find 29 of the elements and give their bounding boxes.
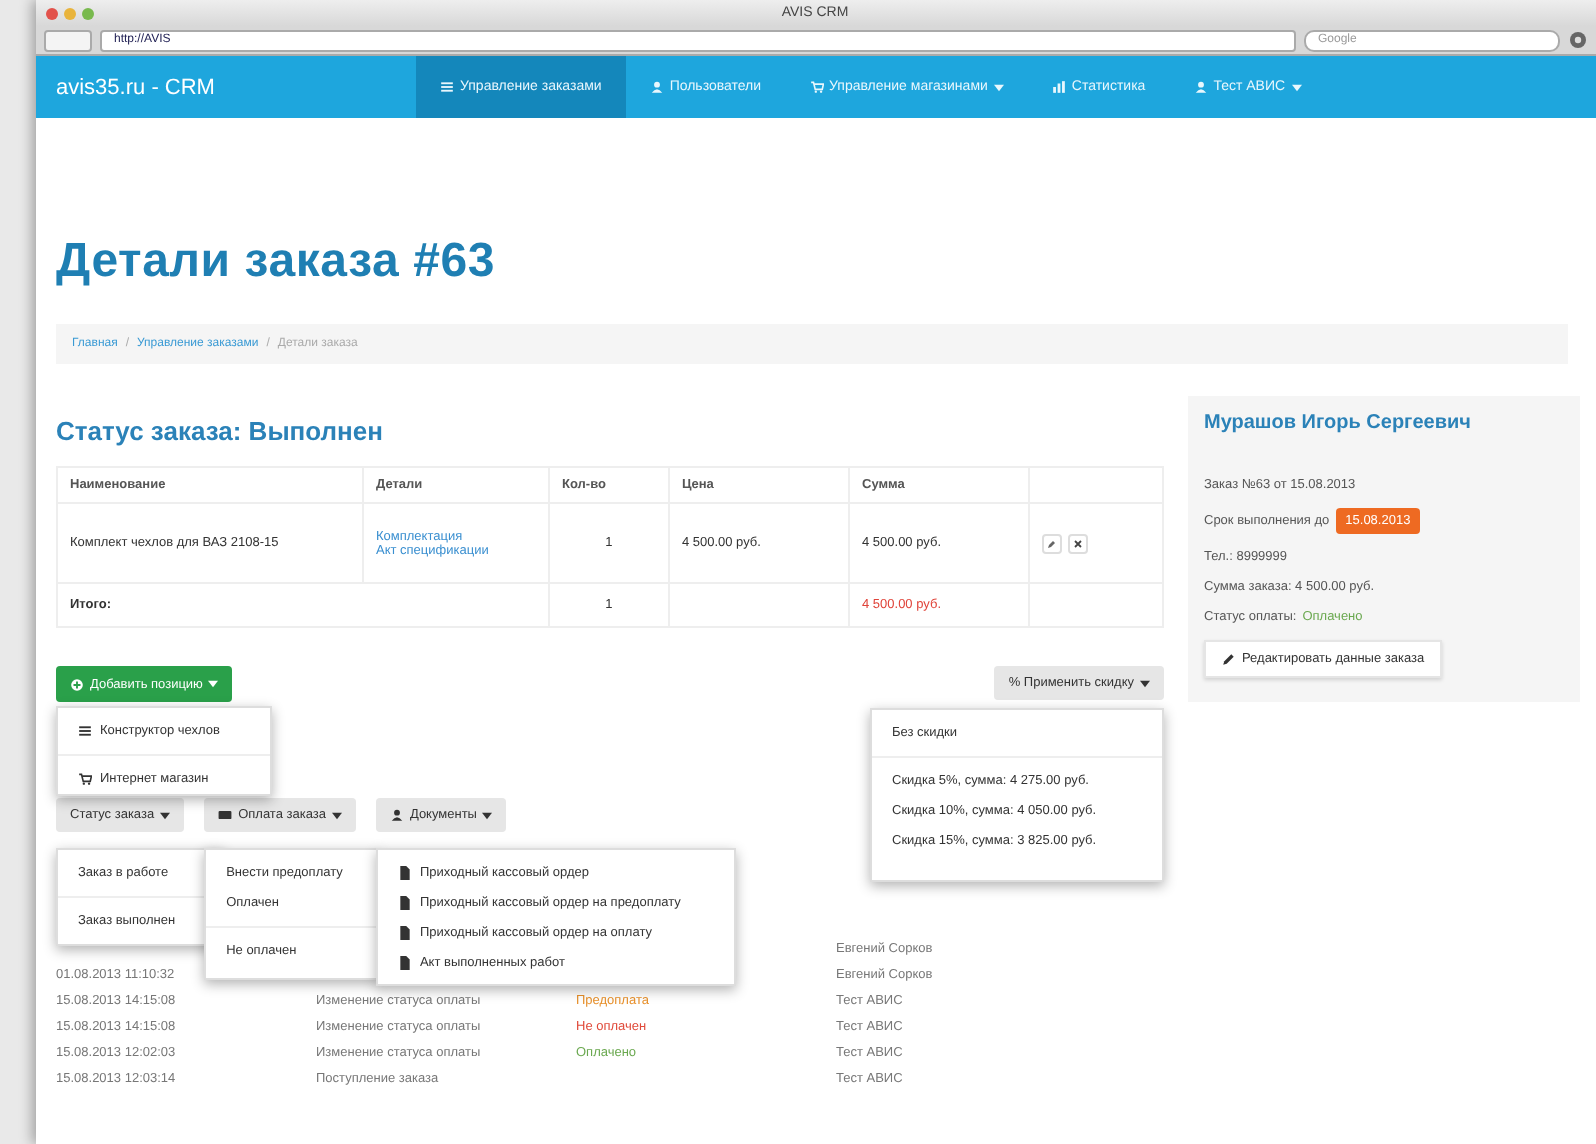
document-icon [397, 926, 412, 940]
document-icon [397, 866, 412, 880]
cart-icon [78, 772, 92, 786]
document-icon [397, 956, 412, 970]
card-icon [218, 808, 233, 822]
settings-icon[interactable] [1568, 30, 1588, 50]
pencil-icon [1222, 652, 1236, 666]
page-title: Детали заказа #63 [56, 234, 498, 290]
user-icon [649, 80, 664, 94]
edit-icon[interactable] [1042, 533, 1063, 553]
caret-icon [331, 811, 342, 819]
caret-icon [160, 811, 171, 819]
back-forward-buttons[interactable] [44, 29, 92, 51]
customer-name: Мурашов Игорь Сергеевич [1204, 412, 1473, 434]
close-icon[interactable] [46, 7, 58, 19]
list-icon [78, 724, 92, 738]
delete-icon[interactable] [1068, 533, 1089, 553]
caret-icon [482, 811, 493, 819]
cart-icon [809, 80, 824, 94]
user-icon [389, 808, 404, 822]
status-heading: Статус заказа: Выполнен [56, 416, 385, 446]
list-icon [440, 80, 454, 94]
plus-icon [70, 677, 84, 691]
user-icon [1193, 80, 1208, 94]
zoom-icon[interactable] [82, 7, 94, 19]
caret-icon [208, 680, 219, 688]
document-icon [397, 896, 412, 910]
caret-icon [1140, 679, 1150, 687]
bar-chart-icon [1051, 80, 1066, 94]
